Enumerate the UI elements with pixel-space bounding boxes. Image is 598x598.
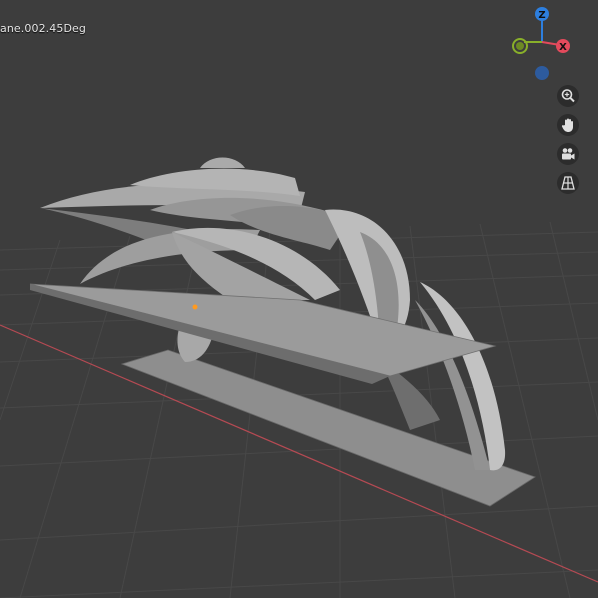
grid-icon	[561, 176, 575, 190]
x-axis-label: X	[559, 42, 567, 53]
zoom-button[interactable]	[557, 85, 579, 107]
3d-viewport[interactable]: ane.002.45Deg Z X	[0, 0, 598, 598]
viewport-scene[interactable]	[0, 0, 598, 598]
camera-view-button[interactable]	[557, 143, 579, 165]
navigation-gizmo[interactable]: Z X	[500, 4, 580, 84]
hand-pan-icon	[561, 118, 573, 132]
camera-icon	[562, 148, 575, 160]
pan-button[interactable]	[557, 114, 579, 136]
object-name-label: ane.002.45Deg	[0, 22, 86, 35]
neg-z-axis-handle[interactable]	[535, 66, 549, 80]
zoom-icon	[561, 89, 575, 103]
neg-y-axis-fill	[516, 42, 524, 50]
mesh-object[interactable]	[29, 157, 536, 507]
perspective-toggle-button[interactable]	[557, 172, 579, 194]
z-axis-label: Z	[538, 10, 545, 21]
